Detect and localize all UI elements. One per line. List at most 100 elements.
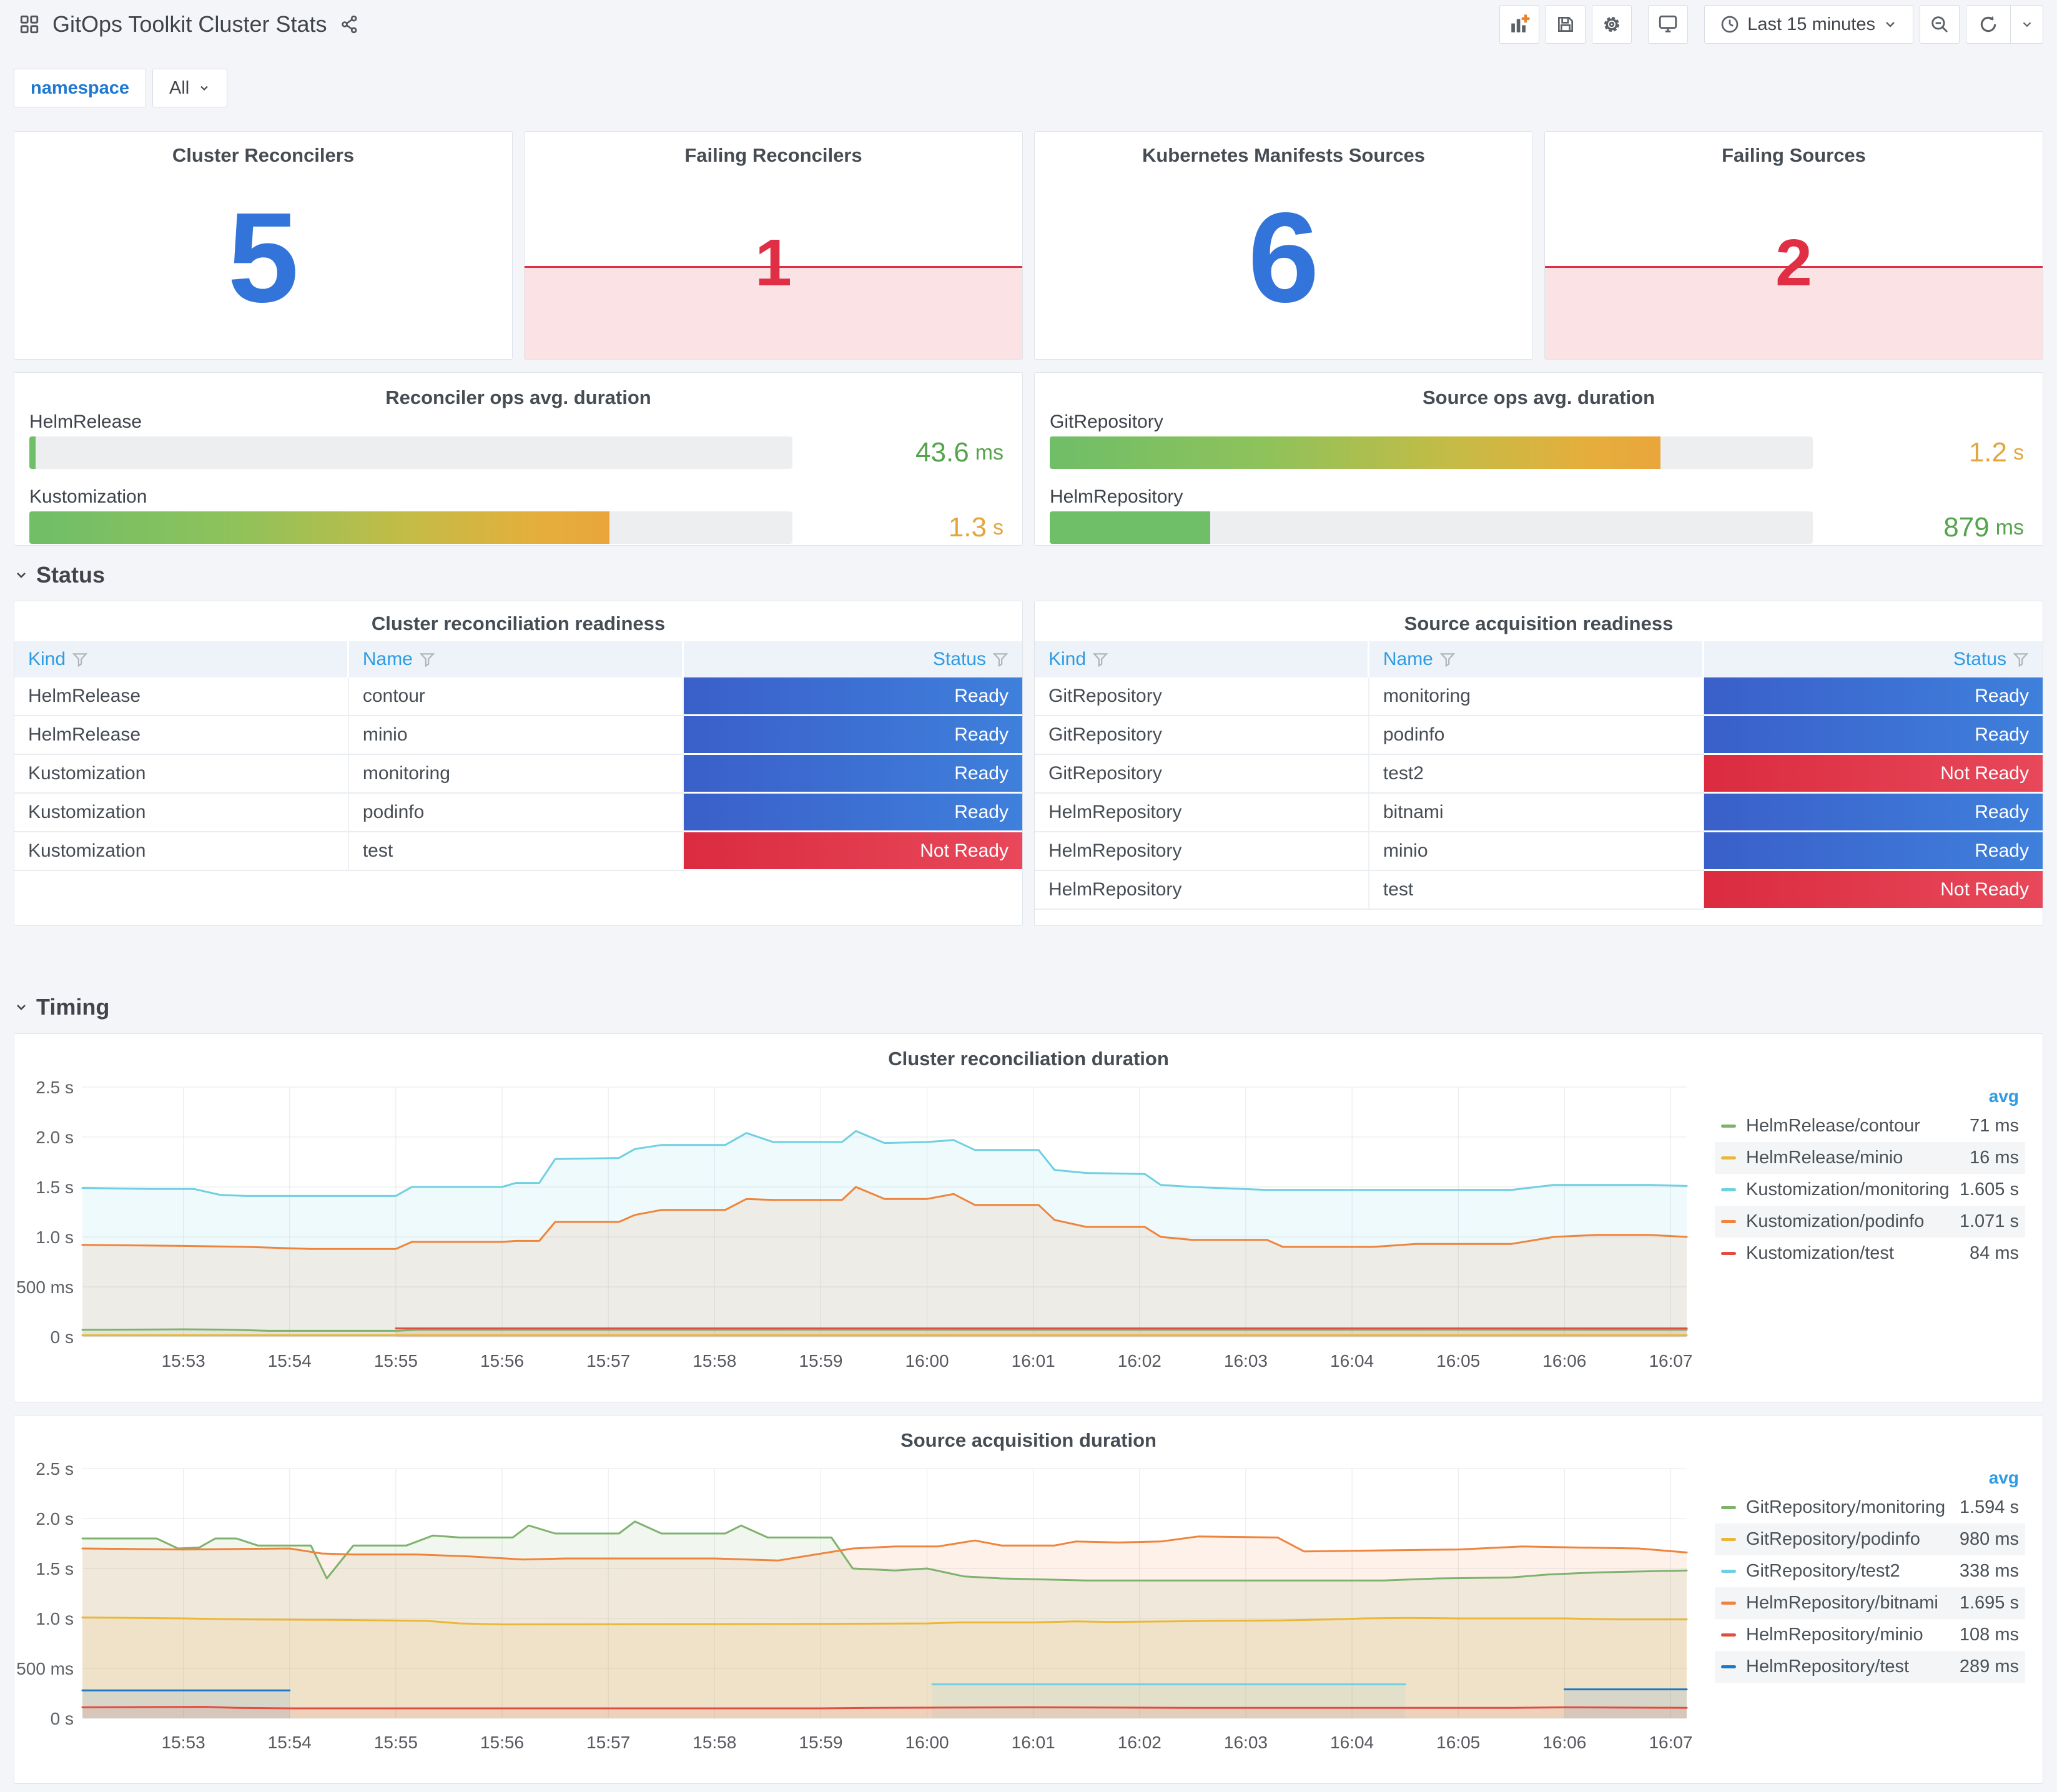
legend-series-name[interactable]: Kustomization/monitoring xyxy=(1746,1179,1952,1200)
tv-icon xyxy=(1659,15,1677,32)
gauge-value: 43.6 ms xyxy=(915,437,1004,468)
legend-series-name[interactable]: Kustomization/podinfo xyxy=(1746,1211,1952,1232)
legend-item[interactable]: HelmRelease/contour 71 ms xyxy=(1715,1110,2025,1142)
panel-title[interactable]: Kubernetes Manifests Sources xyxy=(1035,144,1532,167)
kind-cell: GitRepository xyxy=(1035,755,1369,794)
panel-title[interactable]: Failing Reconcilers xyxy=(525,144,1022,167)
column-header-status[interactable]: Status xyxy=(683,641,1022,677)
legend-avg-value: 1.594 s xyxy=(1959,1497,2019,1517)
column-header-name[interactable]: Name xyxy=(1369,641,1704,677)
table-panel-source-acquisition-readiness: Source acquisition readiness Kind Name S… xyxy=(1034,601,2043,926)
status-badge: Not Ready xyxy=(1704,871,2043,910)
share-icon[interactable] xyxy=(340,14,360,34)
section-timing[interactable]: Timing xyxy=(14,994,109,1020)
legend-item[interactable]: Kustomization/monitoring 1.605 s xyxy=(1715,1174,2025,1206)
zoom-out-button[interactable] xyxy=(1920,5,1960,44)
kind-cell: HelmRepository xyxy=(1035,832,1369,871)
legend-series-name[interactable]: HelmRepository/test xyxy=(1746,1657,1952,1677)
refresh-icon xyxy=(1980,16,1996,32)
table-row: HelmRelease minio Ready xyxy=(14,716,1022,755)
column-header-status[interactable]: Status xyxy=(1704,641,2043,677)
legend-series-name[interactable]: Kustomization/test xyxy=(1746,1243,1962,1264)
legend-item[interactable]: HelmRepository/bitnami 1.695 s xyxy=(1715,1587,2025,1619)
refresh-button[interactable] xyxy=(1966,5,2011,44)
table-row: GitRepository test2 Not Ready xyxy=(1035,755,2043,794)
panel-title[interactable]: Cluster reconciliation readiness xyxy=(14,613,1022,635)
svg-text:15:54: 15:54 xyxy=(268,1351,312,1371)
save-button[interactable] xyxy=(1546,5,1586,44)
bar-gauge-row: GitRepository 1.2 s xyxy=(1050,411,2024,469)
legend-item[interactable]: Kustomization/podinfo 1.071 s xyxy=(1715,1206,2025,1238)
status-badge: Ready xyxy=(1704,677,2043,716)
svg-text:16:03: 16:03 xyxy=(1224,1351,1268,1371)
template-variables: namespace All xyxy=(14,69,228,107)
legend-series-name[interactable]: HelmRelease/minio xyxy=(1746,1148,1962,1168)
apps-icon[interactable] xyxy=(19,14,40,35)
table-row: Kustomization monitoring Ready xyxy=(14,755,1022,794)
legend-color xyxy=(1721,1665,1736,1668)
panel-title[interactable]: Source acquisition duration xyxy=(14,1429,2043,1452)
svg-text:16:05: 16:05 xyxy=(1436,1733,1480,1752)
panel-title[interactable]: Cluster reconciliation duration xyxy=(14,1048,2043,1070)
legend-item[interactable]: HelmRepository/test 289 ms xyxy=(1715,1651,2025,1683)
legend-item[interactable]: Kustomization/test 84 ms xyxy=(1715,1238,2025,1269)
legend-series-name[interactable]: HelmRelease/contour xyxy=(1746,1116,1962,1136)
legend-item[interactable]: GitRepository/podinfo 980 ms xyxy=(1715,1524,2025,1555)
panel-title[interactable]: Source acquisition readiness xyxy=(1035,613,2043,635)
status-badge: Not Ready xyxy=(683,832,1022,871)
settings-button[interactable] xyxy=(1592,5,1632,44)
name-cell: contour xyxy=(348,677,684,716)
gauge-fill xyxy=(1050,511,1210,544)
svg-text:15:53: 15:53 xyxy=(162,1351,205,1371)
legend-series-name[interactable]: GitRepository/monitoring xyxy=(1746,1497,1952,1518)
legend-item[interactable]: HelmRelease/minio 16 ms xyxy=(1715,1142,2025,1174)
legend-avg-value: 84 ms xyxy=(1970,1243,2019,1263)
stat-panel-failing-sources: Failing Sources 2 xyxy=(1544,131,2043,360)
legend-item[interactable]: HelmRepository/minio 108 ms xyxy=(1715,1619,2025,1651)
legend-color xyxy=(1721,1538,1736,1541)
svg-text:15:53: 15:53 xyxy=(162,1733,205,1752)
filter-icon xyxy=(2013,653,2029,667)
namespace-variable-value[interactable]: All xyxy=(152,69,228,107)
panel-title[interactable]: Source ops avg. duration xyxy=(1035,386,2043,409)
gauge-label: Kustomization xyxy=(29,486,147,507)
bar-gauge-panel-source-ops: Source ops avg. duration GitRepository 1… xyxy=(1034,372,2043,546)
panel-title[interactable]: Reconciler ops avg. duration xyxy=(14,386,1022,409)
legend-series-name[interactable]: HelmRepository/bitnami xyxy=(1746,1593,1952,1613)
legend-color xyxy=(1721,1188,1736,1191)
kind-cell: HelmRelease xyxy=(14,677,349,716)
legend-item[interactable]: GitRepository/monitoring 1.594 s xyxy=(1715,1492,2025,1524)
legend-series-name[interactable]: HelmRepository/minio xyxy=(1746,1625,1952,1645)
svg-text:16:04: 16:04 xyxy=(1330,1733,1374,1752)
add-panel-button[interactable] xyxy=(1499,5,1540,44)
stat-value: 1 xyxy=(755,226,792,300)
section-status[interactable]: Status xyxy=(14,562,105,588)
chart-legend: avg GitRepository/monitoring 1.594 s GitRep… xyxy=(1715,1468,2025,1683)
chevron-down-icon xyxy=(17,1005,26,1010)
stat-value: 2 xyxy=(1775,226,1812,300)
column-header-kind[interactable]: Kind xyxy=(14,641,349,677)
svg-text:16:02: 16:02 xyxy=(1118,1351,1162,1371)
status-badge: Not Ready xyxy=(1704,755,2043,794)
time-range-picker[interactable]: Last 15 minutes xyxy=(1704,5,1913,44)
legend-color xyxy=(1721,1602,1736,1605)
legend-item[interactable]: GitRepository/test2 338 ms xyxy=(1715,1555,2025,1587)
dashboard-title: GitOps Toolkit Cluster Stats xyxy=(52,11,327,37)
svg-text:16:04: 16:04 xyxy=(1330,1351,1374,1371)
name-cell: test2 xyxy=(1369,755,1704,794)
legend-series-name[interactable]: GitRepository/test2 xyxy=(1746,1561,1952,1582)
column-header-name[interactable]: Name xyxy=(348,641,684,677)
namespace-selected-value: All xyxy=(169,77,190,98)
save-icon xyxy=(1558,16,1574,32)
legend-color xyxy=(1721,1252,1736,1255)
panel-title[interactable]: Cluster Reconcilers xyxy=(14,144,512,167)
bar-gauge-row: Kustomization 1.3 s xyxy=(29,486,1004,544)
kind-cell: GitRepository xyxy=(1035,716,1369,755)
cycle-view-button[interactable] xyxy=(1648,5,1689,44)
panel-title[interactable]: Failing Sources xyxy=(1545,144,2043,167)
svg-text:2.0 s: 2.0 s xyxy=(36,1128,74,1147)
legend-series-name[interactable]: GitRepository/podinfo xyxy=(1746,1529,1952,1550)
column-header-kind[interactable]: Kind xyxy=(1035,641,1369,677)
name-cell: monitoring xyxy=(348,755,684,794)
refresh-interval-dropdown[interactable] xyxy=(2011,5,2043,44)
